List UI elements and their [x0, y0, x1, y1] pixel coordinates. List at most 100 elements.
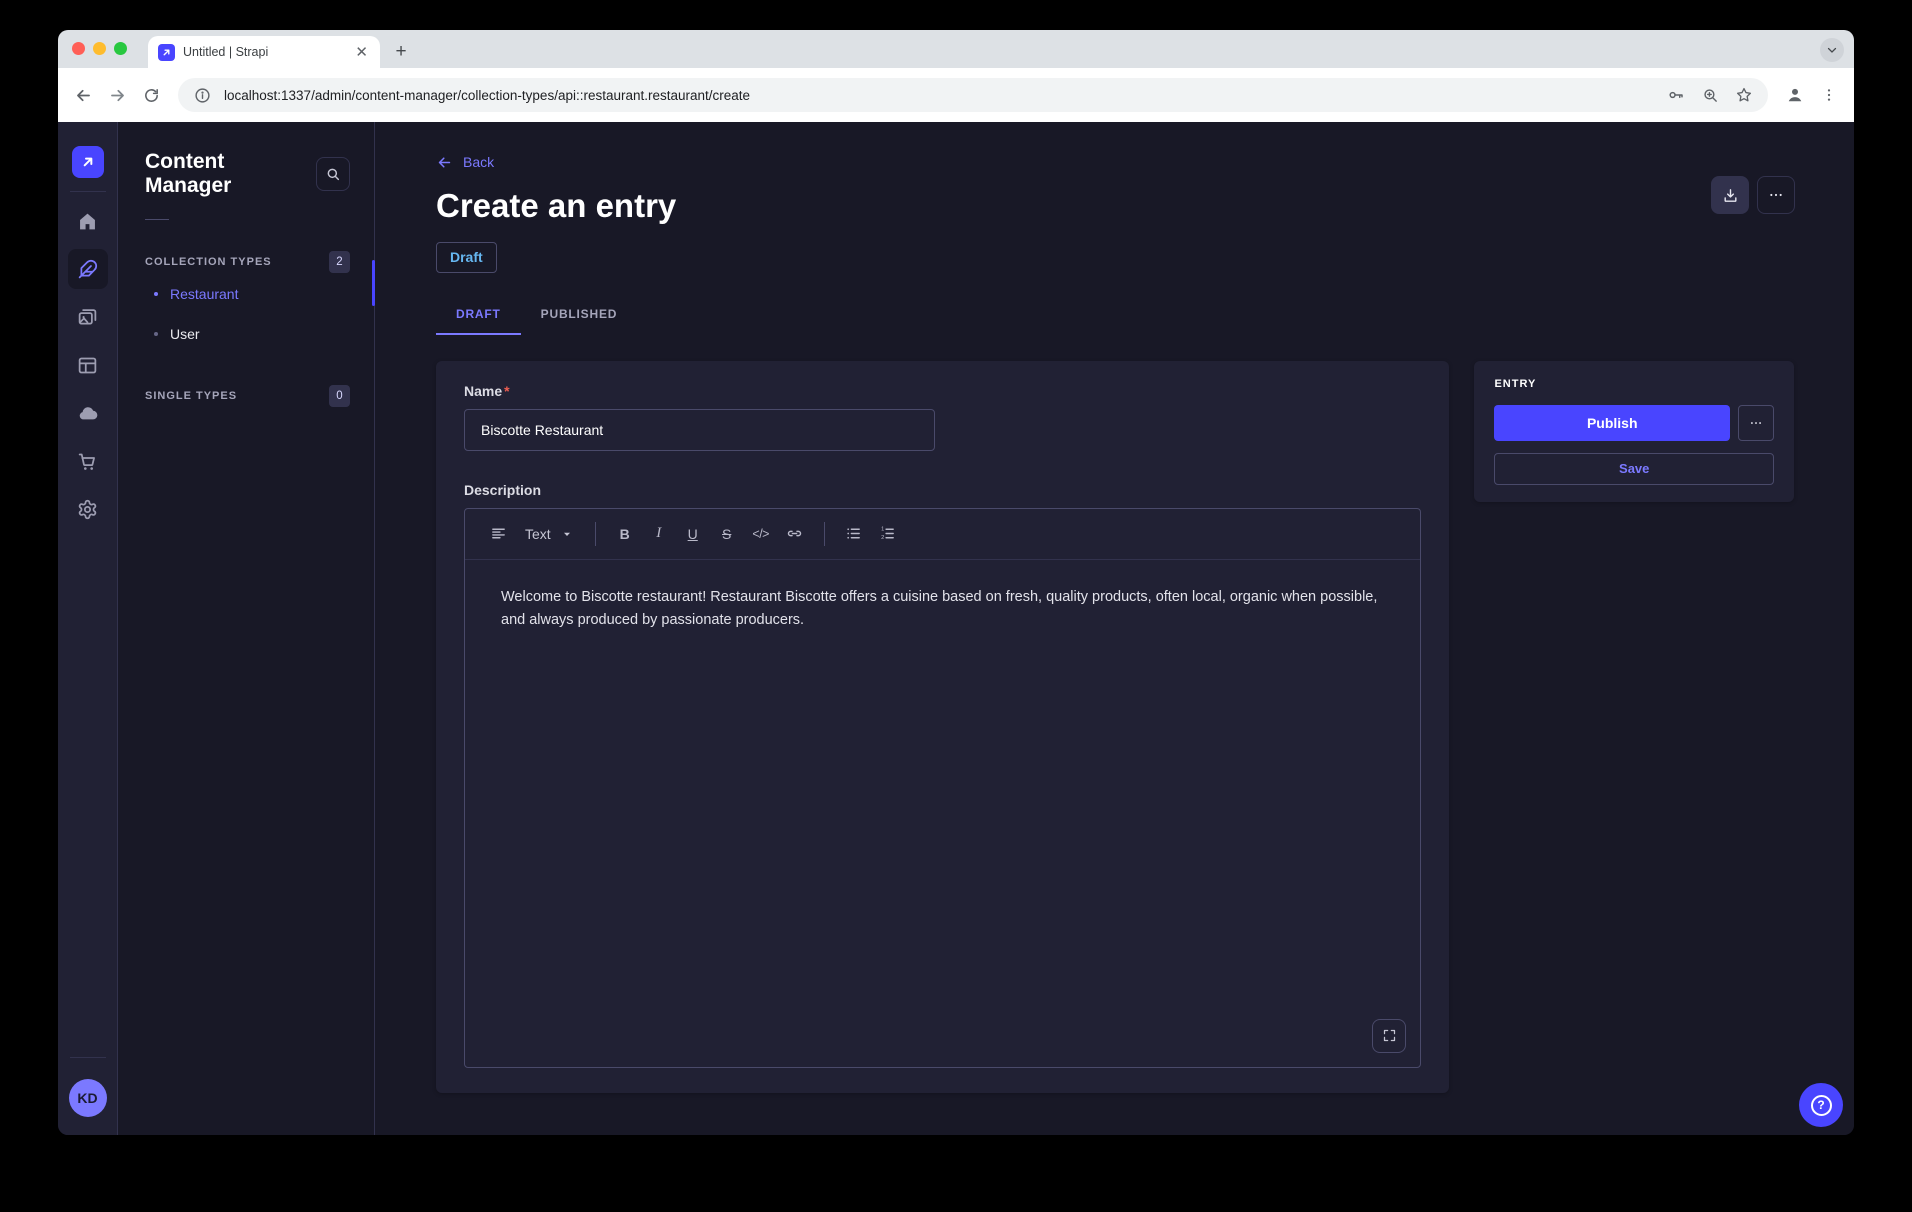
password-key-icon[interactable]: [1664, 83, 1688, 107]
blocks-list-icon[interactable]: [483, 519, 513, 549]
bookmark-star-icon[interactable]: [1732, 83, 1756, 107]
browser-window: Untitled | Strapi ✕ + localhost:1337/adm…: [58, 30, 1854, 1135]
tab-published[interactable]: PUBLISHED: [521, 297, 638, 335]
numbered-list-button[interactable]: 12: [873, 519, 903, 549]
arrow-left-icon: [436, 154, 453, 171]
kebab-icon: [1749, 416, 1763, 430]
tab-close-icon[interactable]: ✕: [353, 43, 370, 61]
more-actions-button[interactable]: [1757, 176, 1795, 214]
link-button[interactable]: [780, 519, 810, 549]
editor-toolbar: Text B I U S </>: [465, 509, 1420, 560]
tab-draft[interactable]: DRAFT: [436, 297, 521, 335]
new-tab-button[interactable]: +: [388, 39, 414, 65]
profile-button[interactable]: [1780, 80, 1810, 110]
strapi-app: KD Content Manager COLLECTION TYPES 2 Re…: [58, 122, 1854, 1135]
close-window-button[interactable]: [72, 42, 85, 55]
svg-text:1: 1: [881, 527, 884, 533]
subnav-item-restaurant[interactable]: Restaurant: [145, 274, 350, 314]
bulleted-list-button[interactable]: [839, 519, 869, 549]
numbered-list-icon: 12: [879, 525, 896, 542]
main-content: Back Create an entry Draft DRAFT PUBLISH…: [375, 122, 1854, 1135]
sidebar-item-content-manager[interactable]: [68, 249, 108, 289]
rail-divider: [70, 191, 106, 192]
minimize-window-button[interactable]: [93, 42, 106, 55]
sidebar-item-cloud[interactable]: [68, 393, 108, 433]
entry-side-panel: ENTRY Publish Save: [1474, 361, 1794, 502]
code-button[interactable]: </>: [746, 519, 776, 549]
zoom-icon[interactable]: [1698, 83, 1722, 107]
rich-text-editor: Text B I U S </>: [464, 508, 1421, 1068]
page-title: Create an entry: [436, 184, 1794, 228]
address-bar[interactable]: localhost:1337/admin/content-manager/col…: [178, 78, 1768, 112]
strapi-favicon-icon: [158, 44, 175, 61]
browser-tab[interactable]: Untitled | Strapi ✕: [148, 36, 380, 68]
sidebar-item-settings[interactable]: [68, 489, 108, 529]
underline-button[interactable]: U: [678, 519, 708, 549]
subnav-divider: [145, 219, 169, 220]
toolbar-separator: [824, 522, 825, 546]
nav-rail: KD: [58, 122, 118, 1135]
rail-divider: [70, 1057, 106, 1058]
collection-types-label: COLLECTION TYPES: [145, 256, 272, 268]
entry-form-card: Name* Description Text: [436, 361, 1449, 1093]
site-info-icon[interactable]: [190, 83, 214, 107]
strapi-logo-icon[interactable]: [72, 146, 104, 178]
toolbar-separator: [595, 522, 596, 546]
sidebar-item-media-library[interactable]: [68, 297, 108, 337]
subnav-item-user[interactable]: User: [145, 314, 350, 354]
sidebar-item-content-type-builder[interactable]: [68, 345, 108, 385]
name-field-label: Name*: [464, 383, 510, 399]
bold-button[interactable]: B: [610, 519, 640, 549]
back-link[interactable]: Back: [436, 152, 494, 172]
expand-icon: [1382, 1028, 1397, 1043]
content-manager-subnav: Content Manager COLLECTION TYPES 2 Resta…: [118, 122, 375, 1135]
browser-toolbar: localhost:1337/admin/content-manager/col…: [58, 68, 1854, 122]
single-types-count-badge: 0: [329, 385, 350, 407]
status-badge: Draft: [436, 242, 497, 273]
strikethrough-button[interactable]: S: [712, 519, 742, 549]
browser-forward-button[interactable]: [102, 80, 132, 110]
expand-editor-button[interactable]: [1372, 1019, 1406, 1053]
browser-tab-strip: Untitled | Strapi ✕ +: [58, 30, 1854, 68]
tab-title: Untitled | Strapi: [183, 45, 345, 59]
version-tabs: DRAFT PUBLISHED: [436, 297, 1794, 335]
help-button[interactable]: ?: [1799, 1083, 1843, 1127]
single-types-label: SINGLE TYPES: [145, 390, 237, 402]
subnav-title: Content Manager: [145, 150, 316, 198]
svg-text:2: 2: [881, 535, 884, 541]
caret-down-icon: [561, 528, 573, 540]
italic-button[interactable]: I: [644, 519, 674, 549]
save-button[interactable]: Save: [1494, 453, 1774, 485]
reload-button[interactable]: [136, 80, 166, 110]
collection-types-count-badge: 2: [329, 251, 350, 273]
block-type-value: Text: [525, 526, 551, 542]
bullet-icon: [154, 332, 158, 336]
single-types-section: SINGLE TYPES 0: [145, 384, 350, 408]
sidebar-item-home[interactable]: [68, 201, 108, 241]
url-text[interactable]: localhost:1337/admin/content-manager/col…: [224, 88, 1654, 103]
user-avatar[interactable]: KD: [69, 1079, 107, 1117]
bullet-icon: [154, 292, 158, 296]
search-button[interactable]: [316, 157, 350, 191]
publish-button[interactable]: Publish: [1494, 405, 1730, 441]
back-label: Back: [463, 154, 494, 170]
entry-panel-title: ENTRY: [1494, 378, 1774, 390]
subnav-item-label: User: [170, 326, 200, 342]
description-field-label: Description: [464, 482, 1421, 498]
zoom-window-button[interactable]: [114, 42, 127, 55]
name-input[interactable]: [464, 409, 935, 451]
bulleted-list-icon: [845, 525, 862, 542]
subnav-item-label: Restaurant: [170, 286, 238, 302]
browser-back-button[interactable]: [68, 80, 98, 110]
description-editor-content[interactable]: Welcome to Biscotte restaurant! Restaura…: [465, 560, 1420, 1067]
sidebar-item-marketplace[interactable]: [68, 441, 108, 481]
browser-menu-kebab-icon[interactable]: [1814, 80, 1844, 110]
export-download-button[interactable]: [1711, 176, 1749, 214]
question-mark-icon: ?: [1811, 1095, 1832, 1116]
entry-more-button[interactable]: [1738, 405, 1774, 441]
required-asterisk: *: [504, 383, 509, 399]
tab-search-button[interactable]: [1820, 38, 1844, 62]
block-type-select[interactable]: Text: [517, 519, 581, 549]
window-controls: [72, 42, 127, 55]
link-icon: [786, 525, 803, 542]
